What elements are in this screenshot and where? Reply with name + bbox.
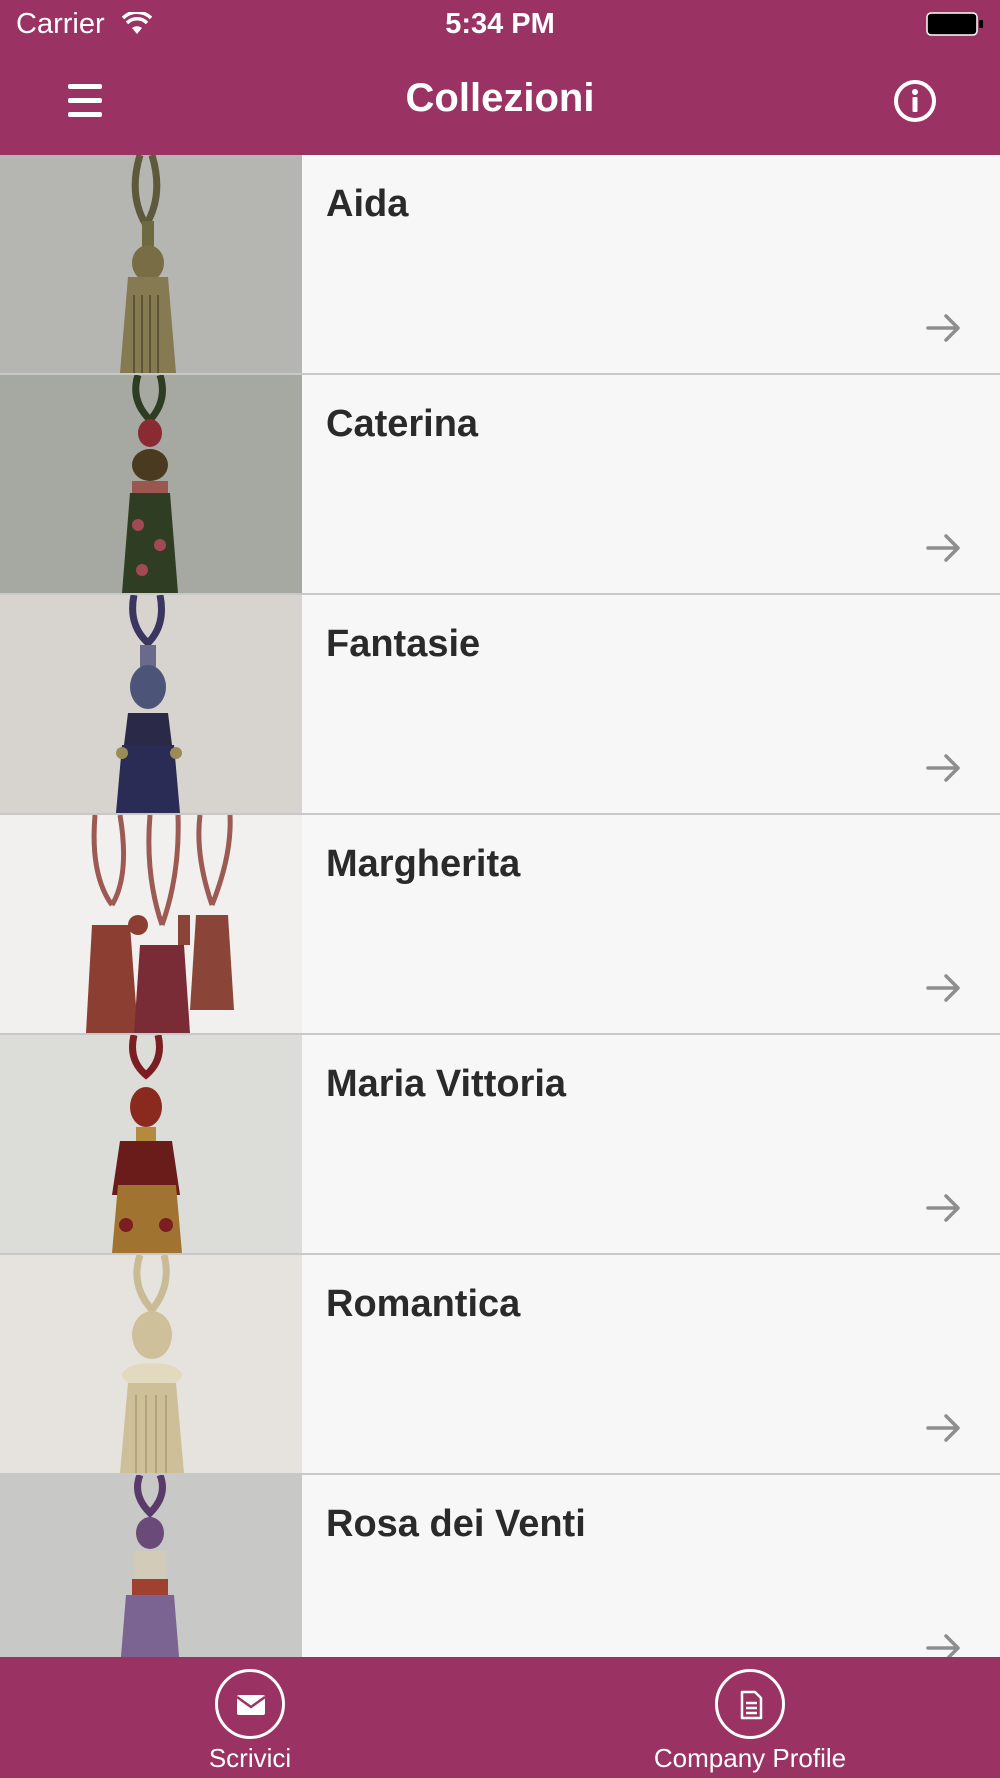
collection-name: Margherita (326, 843, 521, 885)
collection-row-caterina[interactable]: Caterina (0, 375, 1000, 595)
arrow-right-icon (926, 754, 960, 782)
battery-icon (926, 12, 983, 36)
tab-icon-circle (715, 1669, 785, 1739)
arrow-right-icon (926, 314, 960, 342)
collection-row-maria-vittoria[interactable]: Maria Vittoria (0, 1035, 1000, 1255)
collection-row-rosa-dei-venti[interactable]: Rosa dei Venti (0, 1475, 1000, 1657)
collection-thumbnail (0, 1475, 302, 1657)
collection-thumbnail (0, 155, 302, 373)
collection-name: Caterina (326, 403, 479, 445)
tab-icon-circle (215, 1669, 285, 1739)
tab-scrivici[interactable]: Scrivici (120, 1669, 380, 1777)
page-title: Collezioni (405, 76, 595, 120)
collection-row-romantica[interactable]: Romantica (0, 1255, 1000, 1475)
tab-company-profile[interactable]: Company Profile (620, 1669, 880, 1777)
collection-row-margherita[interactable]: Margherita (0, 815, 1000, 1035)
collection-thumbnail (0, 815, 302, 1033)
status-time: 5:34 PM (445, 8, 555, 40)
collection-name: Aida (326, 183, 409, 225)
status-bar: Carrier 5:34 PM (0, 0, 1000, 50)
arrow-right-icon (926, 1414, 960, 1442)
mail-icon (236, 1695, 266, 1715)
collection-name: Rosa dei Venti (326, 1503, 586, 1545)
collection-thumbnail (0, 595, 302, 813)
tab-label: Scrivici (208, 1743, 292, 1773)
collection-thumbnail (0, 1035, 302, 1253)
tab-bar: Scrivici Company Profile (0, 1657, 1000, 1778)
tab-label: Company Profile (653, 1743, 847, 1773)
arrow-right-icon (926, 1194, 960, 1222)
arrow-right-icon (926, 974, 960, 1002)
arrow-right-icon (926, 1634, 960, 1657)
collection-name: Fantasie (326, 623, 481, 665)
collections-list: Aida Caterina Fantasie Margherita Maria … (0, 155, 1000, 1657)
nav-bar: Collezioni (0, 50, 1000, 155)
info-icon[interactable] (890, 76, 940, 126)
collection-name: Maria Vittoria (326, 1063, 567, 1105)
collection-row-fantasie[interactable]: Fantasie (0, 595, 1000, 815)
collection-thumbnail (0, 1255, 302, 1473)
document-icon (740, 1690, 763, 1720)
collection-name: Romantica (326, 1283, 521, 1325)
collection-thumbnail (0, 375, 302, 593)
arrow-right-icon (926, 534, 960, 562)
collection-row-aida[interactable]: Aida (0, 155, 1000, 375)
